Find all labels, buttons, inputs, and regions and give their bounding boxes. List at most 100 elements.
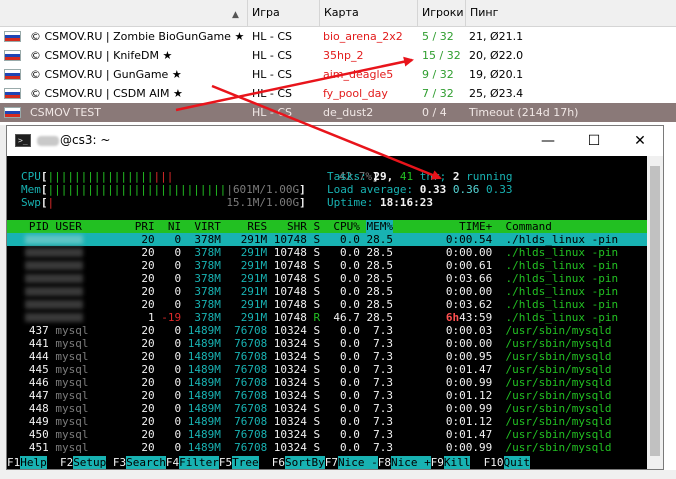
fkey-f6[interactable]: F6 xyxy=(272,456,285,469)
process-row-selected[interactable]: 20 0 378M 291M 10748 S 0.0 28.5 0:00.54 ./hlds_li… xyxy=(7,233,647,246)
redacted-pid-user xyxy=(25,235,83,244)
fkey-f10[interactable]: F10 xyxy=(484,456,504,469)
server-map: fy_pool_day xyxy=(323,87,388,100)
fkey-label-quit[interactable]: Quit xyxy=(503,456,530,469)
cell-ni: -19 xyxy=(161,311,182,324)
server-map: 35hp_2 xyxy=(323,49,364,62)
process-row[interactable]: 445 mysql 20 0 1489M 76708 10324 S 0.0 7.3 0:01.47… xyxy=(7,363,647,376)
cell-ni: 0 xyxy=(174,441,182,454)
header-ni[interactable]: NI xyxy=(168,220,181,233)
header-pid[interactable]: PID xyxy=(29,220,49,233)
process-row[interactable]: 447 mysql 20 0 1489M 76708 10324 S 0.0 7.3 0:01.12… xyxy=(7,389,647,402)
russia-flag-icon xyxy=(4,50,21,61)
cell-user: mysql xyxy=(55,415,89,428)
server-row[interactable]: © CSMOV.RU | Zombie BioGunGame ★ HL - CS b… xyxy=(0,27,676,46)
server-row-selected[interactable]: CSMOV TEST HL - CS de_dust2 0 / 4 Timeout (2… xyxy=(0,103,676,122)
cell-s: R xyxy=(313,311,321,324)
close-button[interactable]: ✕ xyxy=(617,126,663,156)
cell-time: 0:00.99 xyxy=(445,441,493,454)
column-ping[interactable]: Пинг xyxy=(466,0,676,26)
header-pri[interactable]: PRI xyxy=(135,220,155,233)
cell-virt: 1489M xyxy=(187,441,221,454)
title-bar[interactable]: >_ @cs3: ~ — ☐ ✕ xyxy=(7,126,663,156)
column-game[interactable]: Игра xyxy=(248,0,320,26)
server-map: de_dust2 xyxy=(323,106,374,119)
cell-user: mysql xyxy=(55,363,89,376)
header-cpu[interactable]: CPU% xyxy=(333,220,360,233)
process-row[interactable]: 437 mysql 20 0 1489M 76708 10324 S 0.0 7.3 0:00.03… xyxy=(7,324,647,337)
fkey-label-sortby[interactable]: SortBy xyxy=(285,456,325,469)
server-name: CSMOV TEST xyxy=(30,106,102,119)
mem-meter: Mem[||||||||||||||||||||||||||||601M/1.0… xyxy=(21,183,306,196)
process-table-header[interactable]: PID USER PRI NI VIRT RES SHR S CPU% MEM% TIME+ Comm… xyxy=(7,220,647,233)
server-row[interactable]: © CSMOV.RU | KnifeDM ★ HL - CS 35hp_2 15 / … xyxy=(0,46,676,65)
maximize-button[interactable]: ☐ xyxy=(571,126,617,156)
process-row[interactable]: 20 0 378M 291M 10748 S 0.0 28.5 0:00.00 ./hlds_li… xyxy=(7,285,647,298)
header-mem[interactable]: MEM% xyxy=(366,220,393,233)
fkey-label-nice[interactable]: Nice + xyxy=(390,456,431,469)
process-row[interactable]: 1 -19 378M 291M 10748 R 46.7 28.5 43:59 ./hlds_li… xyxy=(7,311,647,324)
scrollbar[interactable] xyxy=(647,156,663,469)
header-res[interactable]: RES xyxy=(247,220,267,233)
cell-virt: 1489M xyxy=(187,402,221,415)
header-time[interactable]: TIME+ xyxy=(459,220,492,233)
cell-virt: 1489M xyxy=(187,350,221,363)
russia-flag-icon xyxy=(4,107,21,118)
process-row[interactable]: 441 mysql 20 0 1489M 76708 10324 S 0.0 7.3 0:00.00… xyxy=(7,337,647,350)
column-map[interactable]: Карта xyxy=(320,0,418,26)
fkey-label-search[interactable]: Search xyxy=(126,456,166,469)
htop-screen[interactable]: CPU[||||||||||||||||||| 42.7%] Mem[|||||… xyxy=(7,156,647,469)
process-row[interactable]: 20 0 378M 291M 10748 S 0.0 28.5 0:03.62 ./hlds_li… xyxy=(7,298,647,311)
fkey-label-kill[interactable]: Kill xyxy=(443,456,471,469)
process-row[interactable]: 20 0 378M 291M 10748 S 0.0 28.5 0:00.00 ./hlds_li… xyxy=(7,246,647,259)
cell-cmd: /usr/sbin/mysqld xyxy=(505,324,612,337)
process-row[interactable]: 20 0 378M 291M 10748 S 0.0 28.5 0:03.66 ./hlds_li… xyxy=(7,272,647,285)
minimize-button[interactable]: — xyxy=(525,126,571,156)
cell-ni: 0 xyxy=(174,363,182,376)
column-name[interactable] xyxy=(0,0,248,26)
header-virt[interactable]: VIRT xyxy=(194,220,221,233)
process-row[interactable]: 446 mysql 20 0 1489M 76708 10324 S 0.0 7.3 0:00.99… xyxy=(7,376,647,389)
fkey-label-help[interactable]: Help xyxy=(20,456,47,469)
cell-virt: 1489M xyxy=(187,376,221,389)
process-row[interactable]: 449 mysql 20 0 1489M 76708 10324 S 0.0 7.3 0:01.12… xyxy=(7,415,647,428)
fkey-f4[interactable]: F4 xyxy=(166,456,179,469)
fkey-label-filter[interactable]: Filter xyxy=(179,456,219,469)
header-user[interactable]: USER xyxy=(55,220,82,233)
fkey-f5[interactable]: F5 xyxy=(219,456,232,469)
server-players: 0 / 4 xyxy=(422,106,447,119)
uptime: Uptime: 18:16:23 xyxy=(327,196,433,209)
process-row[interactable]: 448 mysql 20 0 1489M 76708 10324 S 0.0 7.3 0:00.99… xyxy=(7,402,647,415)
process-row[interactable]: 444 mysql 20 0 1489M 76708 10324 S 0.0 7.3 0:00.95… xyxy=(7,350,647,363)
fkey-label-setup[interactable]: Setup xyxy=(73,456,107,469)
header-command[interactable]: Command xyxy=(506,220,552,233)
header-shr[interactable]: SHR xyxy=(287,220,307,233)
cell-time: 0:00.61 xyxy=(445,259,493,272)
cell-cpu: 0.0 xyxy=(340,272,360,285)
fkey-f9[interactable]: F9 xyxy=(431,456,444,469)
cell-pri: 20 xyxy=(141,233,155,246)
fkey-f2[interactable]: F2 xyxy=(60,456,73,469)
cell-user: mysql xyxy=(55,376,89,389)
process-row[interactable]: 450 mysql 20 0 1489M 76708 10324 S 0.0 7.3 0:01.47… xyxy=(7,428,647,441)
fkey-f3[interactable]: F3 xyxy=(113,456,126,469)
server-row[interactable]: © CSMOV.RU | CSDM AIM ★ HL - CS fy_pool_da… xyxy=(0,84,676,103)
process-row[interactable]: 451 mysql 20 0 1489M 76708 10324 S 0.0 7.3 0:00.99… xyxy=(7,441,647,454)
fkey-f7[interactable]: F7 xyxy=(325,456,338,469)
fkey-label-nice[interactable]: Nice - xyxy=(338,456,378,469)
header-s[interactable]: S xyxy=(314,220,321,233)
process-row[interactable]: 20 0 378M 291M 10748 S 0.0 28.5 0:00.61 ./hlds_li… xyxy=(7,259,647,272)
fkey-f8[interactable]: F8 xyxy=(378,456,391,469)
cell-shr: 10324 xyxy=(273,363,307,376)
fkey-f1[interactable]: F1 xyxy=(7,456,20,469)
scrollbar-thumb[interactable] xyxy=(650,166,660,456)
cell-virt: 1489M xyxy=(187,428,221,441)
server-row[interactable]: © CSMOV.RU | GunGame ★ HL - CS aim_deagle5… xyxy=(0,65,676,84)
cell-s: S xyxy=(313,324,321,337)
cell-res: 76708 xyxy=(234,415,268,428)
cell-pid: 450 xyxy=(28,428,49,441)
cell-s: S xyxy=(313,415,321,428)
fkey-label-tree[interactable]: Tree xyxy=(232,456,259,469)
column-players[interactable]: Игроки xyxy=(418,0,466,26)
cell-virt: 378M xyxy=(194,246,221,259)
